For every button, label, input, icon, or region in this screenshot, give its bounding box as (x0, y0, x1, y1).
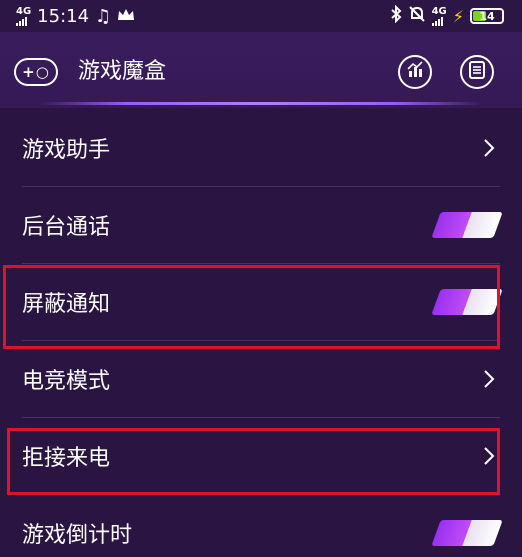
game-countdown-toggle[interactable] (431, 520, 503, 546)
header-glow-line (40, 102, 482, 105)
gamepad-icon[interactable]: +○ (14, 58, 58, 86)
bluetooth-icon (390, 4, 402, 28)
setting-row-background-call: 后台通话 (0, 187, 522, 263)
block-notifications-toggle[interactable] (431, 289, 503, 315)
setting-row-reject-calls[interactable]: 拒接来电 (0, 418, 522, 494)
music-note-icon: ♫ (95, 5, 112, 27)
setting-label: 后台通话 (22, 215, 111, 240)
setting-row-block-notifications: 屏蔽通知 (0, 264, 522, 340)
status-bar-left: 4G 15:14 ♫ (16, 6, 135, 27)
clock: 15:14 (37, 5, 90, 27)
setting-label: 屏蔽通知 (22, 292, 111, 317)
network-type-left: 4G (16, 5, 32, 17)
battery-level: 14 (479, 9, 495, 23)
setting-label: 拒接来电 (22, 446, 111, 471)
signal-icon-right: 4G (431, 5, 447, 26)
setting-row-game-assistant[interactable]: 游戏助手 (0, 110, 522, 186)
crown-icon (117, 6, 135, 27)
status-bar-right: 4G ⚡ 14 (390, 4, 504, 28)
list-icon (469, 61, 485, 83)
setting-label: 游戏助手 (22, 138, 111, 163)
mute-bell-icon (408, 5, 426, 28)
battery-icon: 14 (470, 8, 504, 24)
network-type-right: 4G (431, 5, 447, 17)
chevron-right-icon (480, 137, 498, 159)
setting-row-game-countdown: 游戏倒计时 (0, 495, 522, 557)
page-title: 游戏魔盒 (78, 59, 167, 84)
charging-bolt-icon: ⚡ (452, 6, 464, 26)
setting-row-esports-mode[interactable]: 电竞模式 (0, 341, 522, 417)
signal-icon: 4G (16, 5, 32, 26)
chevron-right-icon (480, 368, 498, 390)
setting-label: 电竞模式 (22, 369, 111, 394)
list-button[interactable] (460, 55, 494, 89)
status-bar: 4G 15:14 ♫ 4G ⚡ 14 (0, 0, 522, 32)
stats-icon (406, 61, 424, 83)
background-call-toggle[interactable] (431, 212, 503, 238)
setting-label: 游戏倒计时 (22, 523, 133, 548)
gamepad-icon-glyph: +○ (22, 63, 50, 81)
stats-button[interactable] (398, 55, 432, 89)
chevron-right-icon (480, 445, 498, 467)
